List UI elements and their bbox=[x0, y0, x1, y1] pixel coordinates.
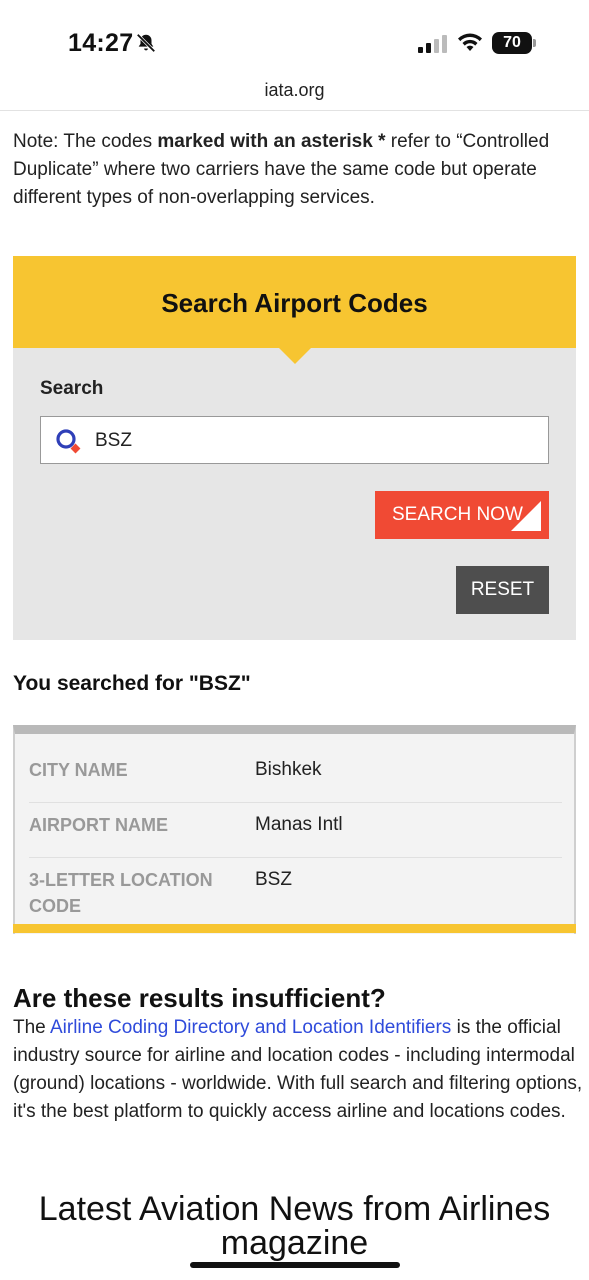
panel-title: Search Airport Codes bbox=[161, 288, 428, 318]
search-now-button[interactable]: SEARCH NOW bbox=[375, 491, 549, 539]
row-label: AIRPORT NAME bbox=[29, 815, 168, 835]
asterisk-note: Note: The codes marked with an asterisk … bbox=[13, 131, 550, 208]
table-row: CITY NAME Bishkek bbox=[29, 748, 562, 803]
search-value: BSZ bbox=[95, 430, 132, 451]
insufficient-title: Are these results insufficient? bbox=[13, 983, 386, 1013]
search-input[interactable]: BSZ bbox=[40, 416, 549, 464]
url-text: iata.org bbox=[264, 80, 325, 100]
insufficient-text: The Airline Coding Directory and Locatio… bbox=[13, 1017, 583, 1122]
wifi-icon bbox=[458, 33, 482, 51]
battery-level: 70 bbox=[492, 32, 532, 54]
row-label: 3-LETTER LOCATION CODE bbox=[29, 870, 213, 916]
row-label: CITY NAME bbox=[29, 760, 128, 780]
row-value: Manas Intl bbox=[255, 814, 343, 835]
search-airport-panel: Search Airport Codes Search BSZ SEARCH N… bbox=[13, 256, 576, 640]
status-time: 14:27 bbox=[68, 29, 134, 57]
row-value: Bishkek bbox=[255, 759, 322, 780]
news-section-title: Latest Aviation News from Airlines magaz… bbox=[38, 1190, 551, 1262]
row-value: BSZ bbox=[255, 869, 292, 890]
corner-triangle-icon bbox=[511, 501, 541, 531]
table-row: 3-LETTER LOCATION CODE BSZ bbox=[29, 858, 562, 924]
search-label: Search bbox=[40, 378, 104, 399]
reset-button[interactable]: RESET bbox=[456, 566, 549, 614]
panel-arrow bbox=[279, 348, 311, 364]
search-icon bbox=[56, 429, 81, 454]
status-bar: 14:27 70 bbox=[0, 0, 589, 80]
table-row: AIRPORT NAME Manas Intl bbox=[29, 803, 562, 858]
battery-icon: 70 bbox=[492, 32, 536, 54]
url-bar[interactable]: iata.org bbox=[0, 80, 589, 111]
search-now-label: SEARCH NOW bbox=[392, 504, 523, 525]
directory-link[interactable]: Airline Coding Directory and Location Id… bbox=[50, 1017, 451, 1038]
cellular-signal-icon bbox=[418, 35, 447, 53]
results-table: CITY NAME Bishkek AIRPORT NAME Manas Int… bbox=[13, 725, 576, 934]
results-bottom-bar bbox=[13, 924, 576, 933]
search-result-heading: You searched for "BSZ" bbox=[13, 672, 251, 695]
bell-slash-icon bbox=[136, 33, 156, 53]
panel-header: Search Airport Codes bbox=[13, 256, 576, 348]
home-indicator[interactable] bbox=[190, 1262, 400, 1268]
